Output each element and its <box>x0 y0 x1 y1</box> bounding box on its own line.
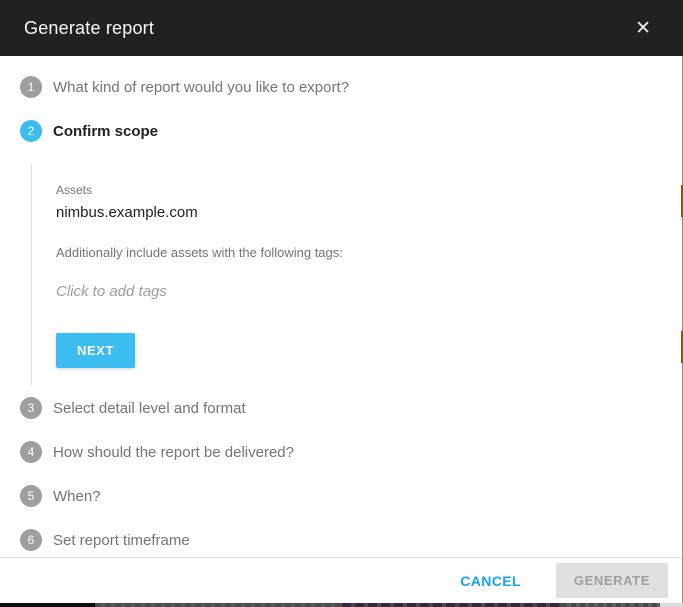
stepper: 1 What kind of report would you like to … <box>0 56 683 551</box>
generate-report-dialog: Generate report ✕ 1 What kind of report … <box>0 0 683 607</box>
step-3-label: Select detail level and format <box>53 400 246 417</box>
step-1-number-badge: 1 <box>20 76 42 98</box>
cancel-button[interactable]: CANCEL <box>460 573 521 589</box>
background-sliver-segment <box>660 603 683 607</box>
assets-label: Assets <box>56 183 683 197</box>
dialog-header: Generate report ✕ <box>0 0 683 56</box>
close-icon[interactable]: ✕ <box>629 15 657 42</box>
generate-button[interactable]: GENERATE <box>556 563 668 598</box>
step-4-label: How should the report be delivered? <box>53 444 294 461</box>
step-5-number-badge: 5 <box>20 485 42 507</box>
step-3-number-badge: 3 <box>20 397 42 419</box>
background-sliver-segment <box>95 603 342 607</box>
confirm-scope-panel: Assets nimbus.example.com Additionally i… <box>31 164 683 385</box>
step-4-delivery[interactable]: 4 How should the report be delivered? <box>0 441 683 463</box>
background-page-sliver <box>0 603 683 607</box>
step-2-confirm-scope[interactable]: 2 Confirm scope <box>0 120 683 142</box>
tags-input[interactable]: Click to add tags <box>56 283 683 303</box>
step-2-label: Confirm scope <box>53 123 158 140</box>
dialog-title: Generate report <box>24 18 629 39</box>
background-sliver-segment <box>342 603 562 607</box>
dialog-footer: CANCEL GENERATE <box>0 557 683 603</box>
step-1-report-kind[interactable]: 1 What kind of report would you like to … <box>0 76 683 98</box>
step-6-timeframe[interactable]: 6 Set report timeframe <box>0 529 683 551</box>
background-sliver-segment <box>562 603 660 607</box>
step-5-when[interactable]: 5 When? <box>0 485 683 507</box>
step-1-label: What kind of report would you like to ex… <box>53 79 349 96</box>
step-5-label: When? <box>53 488 101 505</box>
assets-value: nimbus.example.com <box>56 204 683 221</box>
step-6-label: Set report timeframe <box>53 532 190 549</box>
tags-instruction: Additionally include assets with the fol… <box>56 245 683 260</box>
step-4-number-badge: 4 <box>20 441 42 463</box>
background-sliver-segment <box>0 603 95 607</box>
step-2-number-badge: 2 <box>20 120 42 142</box>
step-3-detail-format[interactable]: 3 Select detail level and format <box>0 397 683 419</box>
next-button[interactable]: NEXT <box>56 333 135 368</box>
step-6-number-badge: 6 <box>20 529 42 551</box>
